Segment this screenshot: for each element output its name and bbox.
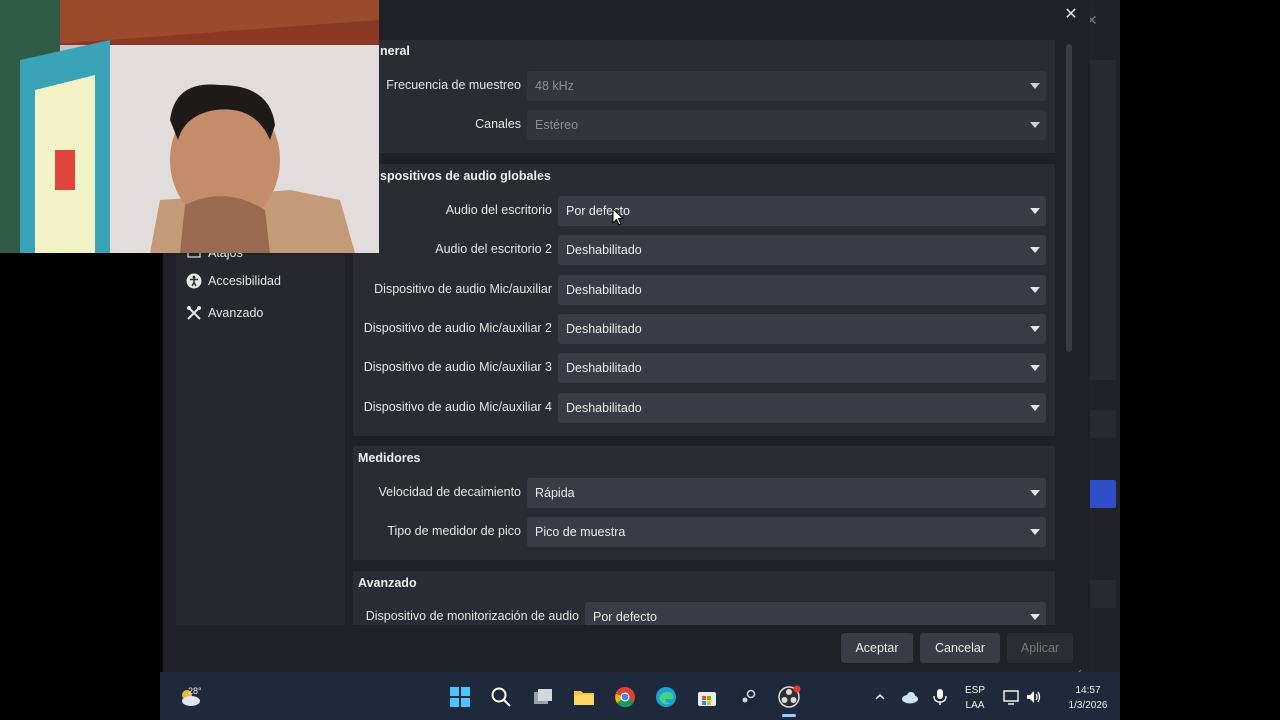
channels-select[interactable]: Estéreo	[527, 110, 1046, 140]
clock-date[interactable]: 1/3/2026	[1058, 699, 1118, 713]
desktop-audio-2-select[interactable]: Deshabilitado	[558, 235, 1046, 265]
sidebar-item-accessibility[interactable]: Accesibilidad	[186, 269, 281, 293]
keyboard-layout[interactable]: LAA	[960, 699, 990, 713]
chevron-down-icon	[1030, 326, 1040, 332]
chevron-down-icon	[1030, 614, 1040, 620]
sidebar-item-label: Avanzado	[208, 306, 264, 320]
chevron-down-icon	[1030, 83, 1040, 89]
combo-value: Deshabilitado	[566, 322, 642, 336]
advanced-row-clip: Dispositivo de monitorización de audio P…	[353, 600, 1055, 625]
mouse-cursor-icon	[612, 207, 625, 226]
label-mic-aux-3: Dispositivo de audio Mic/auxiliar 3	[363, 360, 552, 374]
chevron-down-icon	[1030, 529, 1040, 535]
label-sample-rate: Frecuencia de muestreo	[386, 78, 521, 92]
section-title-global-audio: spositivos de audio globales	[380, 169, 551, 183]
chevron-down-icon	[1030, 490, 1040, 496]
accessibility-icon	[186, 273, 202, 289]
label-desktop-audio: Audio del escritorio	[445, 203, 552, 217]
combo-value: Deshabilitado	[566, 361, 642, 375]
label-monitoring-device: Dispositivo de monitorización de audio	[365, 609, 579, 623]
chevron-down-icon	[1030, 247, 1040, 253]
desktop-audio-select[interactable]: Por defecto	[558, 196, 1046, 226]
mic-aux-4-select[interactable]: Deshabilitado	[558, 393, 1046, 423]
clock-time[interactable]: 14:57	[1058, 684, 1118, 698]
sample-rate-select[interactable]: 48 kHz	[527, 71, 1046, 101]
combo-value: Pico de muestra	[535, 525, 626, 539]
settings-sidebar: Atajos Accesibilidad Avanzado	[176, 246, 345, 625]
obs-icon[interactable]	[777, 685, 801, 709]
start-icon[interactable]	[448, 685, 472, 709]
mic-aux-3-select[interactable]: Deshabilitado	[558, 353, 1046, 383]
sidebar-item-advanced[interactable]: Avanzado	[186, 301, 263, 325]
decay-rate-select[interactable]: Rápida	[527, 478, 1046, 508]
combo-value: Deshabilitado	[566, 401, 642, 415]
combo-value: 48 kHz	[535, 79, 574, 93]
combo-value: Estéreo	[535, 118, 579, 132]
network-icon[interactable]	[1000, 685, 1024, 709]
accept-button[interactable]: Aceptar	[841, 633, 913, 663]
combo-value: Por defecto	[593, 610, 657, 624]
mic-aux-2-select[interactable]: Deshabilitado	[558, 314, 1046, 344]
close-icon[interactable]: ✕	[1062, 4, 1080, 24]
microphone-icon[interactable]	[928, 685, 952, 709]
sidebar-item-label: Accesibilidad	[208, 274, 281, 288]
file-explorer-icon[interactable]	[572, 685, 596, 709]
section-title-advanced: Avanzado	[358, 576, 417, 590]
background-panel	[1086, 60, 1116, 380]
resize-grip-icon[interactable]	[1074, 663, 1082, 676]
combo-value: Deshabilitado	[566, 243, 642, 257]
chevron-down-icon	[1030, 405, 1040, 411]
section-title-general: neral	[380, 44, 410, 58]
chevron-up-icon[interactable]	[868, 685, 892, 709]
cancel-button[interactable]: Cancelar	[920, 633, 1000, 663]
label-channels: Canales	[475, 117, 521, 131]
volume-icon[interactable]	[1022, 685, 1046, 709]
chevron-down-icon	[1030, 287, 1040, 293]
background-dropdown	[1086, 410, 1116, 438]
label-mic-aux-4: Dispositivo de audio Mic/auxiliar 4	[363, 400, 552, 414]
language-code[interactable]: ESP	[960, 684, 990, 698]
tools-icon	[186, 305, 202, 321]
label-desktop-audio-2: Audio del escritorio 2	[435, 242, 552, 256]
weather-temp: 28°	[188, 686, 202, 696]
active-app-indicator	[782, 714, 796, 717]
label-peak-meter-type: Tipo de medidor de pico	[387, 524, 521, 538]
combo-value: Rápida	[535, 486, 575, 500]
onedrive-icon[interactable]	[898, 685, 922, 709]
webcam-image	[0, 0, 379, 253]
mic-aux-select[interactable]: Deshabilitado	[558, 275, 1046, 305]
scrollbar-thumb[interactable]	[1066, 44, 1072, 352]
store-icon[interactable]	[695, 685, 719, 709]
taskbar: 28° ESP LAA 14:57 1/3/2026	[160, 672, 1120, 720]
search-icon[interactable]	[489, 685, 513, 709]
label-decay-rate: Velocidad de decaimiento	[378, 485, 521, 499]
steam-icon[interactable]	[736, 685, 760, 709]
webcam-overlay	[0, 0, 379, 253]
edge-icon[interactable]	[654, 685, 678, 709]
chevron-down-icon	[1030, 122, 1040, 128]
label-mic-aux: Dispositivo de audio Mic/auxiliar	[374, 282, 552, 296]
task-view-icon[interactable]	[531, 685, 555, 709]
chevron-down-icon	[1030, 208, 1040, 214]
chrome-icon[interactable]	[613, 685, 637, 709]
section-title-meters: Medidores	[358, 451, 421, 465]
chevron-down-icon	[1030, 365, 1040, 371]
combo-value: Deshabilitado	[566, 283, 642, 297]
background-button	[1086, 580, 1116, 608]
monitoring-device-select[interactable]: Por defecto	[585, 602, 1046, 625]
label-mic-aux-2: Dispositivo de audio Mic/auxiliar 2	[363, 321, 552, 335]
peak-meter-type-select[interactable]: Pico de muestra	[527, 517, 1046, 547]
background-active-item	[1086, 480, 1116, 508]
apply-button[interactable]: Aplicar	[1007, 633, 1073, 663]
